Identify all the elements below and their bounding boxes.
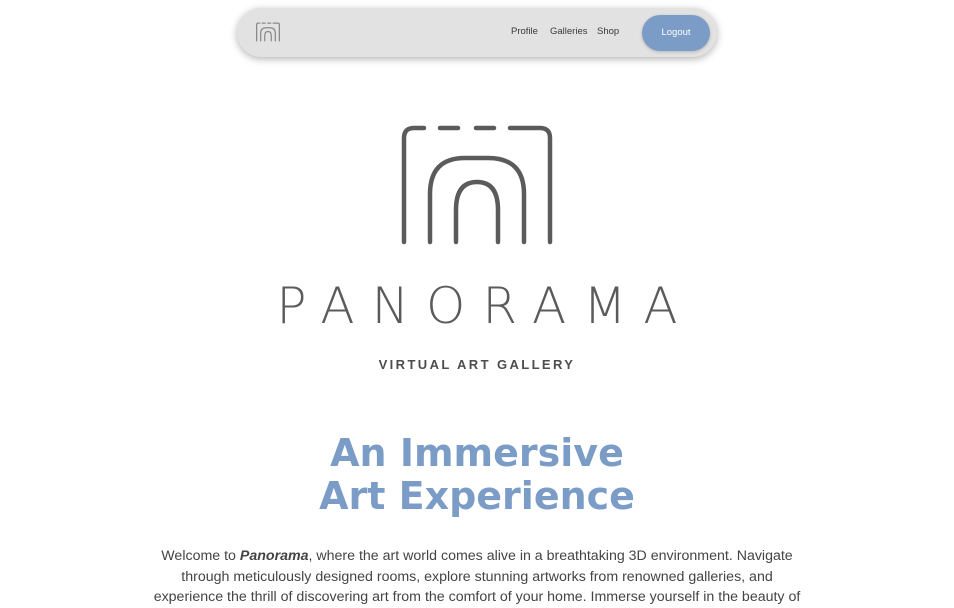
brand-wordmark: PANORAMA (276, 277, 695, 335)
page: Profile Galleries Shop Logout PANORAMA V… (0, 0, 954, 608)
intro-brand: Panorama (239, 548, 309, 564)
nav-link-profile[interactable]: Profile (511, 25, 550, 39)
headline-line-1: An Immersive (330, 431, 624, 475)
panorama-logo-icon[interactable] (255, 22, 280, 42)
intro-paragraph: Welcome to Panorama, where the art world… (150, 546, 804, 608)
nav-link-shop[interactable]: Shop (597, 25, 627, 39)
intro-prefix: Welcome to (161, 548, 240, 564)
panorama-arch-logo-icon (400, 124, 554, 246)
nav-links: Profile Galleries Shop (511, 25, 627, 39)
nav-link-galleries[interactable]: Galleries (550, 25, 597, 39)
headline-line-2: Art Experience (319, 474, 635, 518)
logout-button[interactable]: Logout (642, 15, 710, 51)
navbar: Profile Galleries Shop Logout (237, 8, 717, 57)
brand-tagline: VIRTUAL ART GALLERY (378, 357, 576, 372)
hero-headline: An Immersive Art Experience (227, 432, 727, 518)
